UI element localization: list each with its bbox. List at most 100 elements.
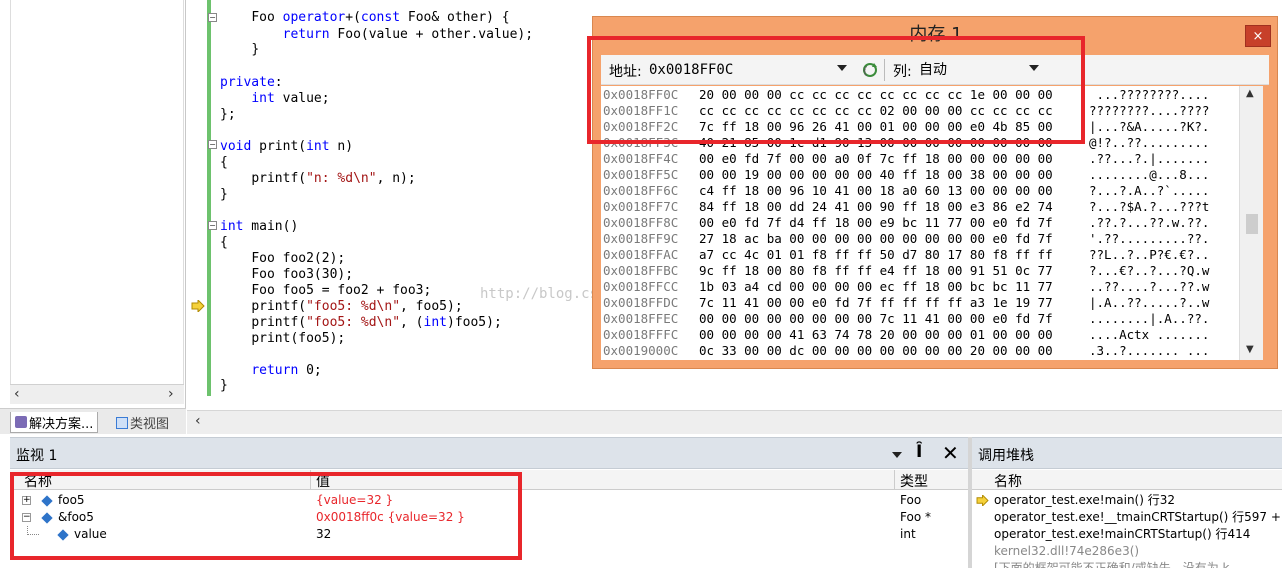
memory-ascii[interactable]: '.??.........??.: [1089, 231, 1209, 247]
memory-hex-bytes[interactable]: 9c ff 18 00 80 f8 ff ff e4 ff 18 00 91 5…: [699, 263, 1053, 279]
memory-hex-bytes[interactable]: 00 e0 fd 7f 00 00 a0 0f 7c ff 18 00 00 0…: [699, 151, 1053, 167]
code-line[interactable]: printf("n: %d\n", n);: [220, 171, 415, 187]
solution-explorer-tree[interactable]: [10, 0, 184, 384]
memory-address: 0x0018FF5C: [603, 167, 679, 182]
code-line[interactable]: };: [220, 107, 236, 123]
code-line[interactable]: Foo operator+(const Foo& other) {: [220, 10, 509, 26]
memory-row[interactable]: 0x0018FF8C 00 e0 fd 7f d4 ff 18 00 e9 bc …: [601, 215, 1261, 231]
memory-hex-bytes[interactable]: 7c 11 41 00 00 e0 fd 7f ff ff ff ff a3 1…: [699, 295, 1053, 311]
memory-hex-bytes[interactable]: a7 cc 4c 01 01 f8 ff ff 50 d7 80 17 80 f…: [699, 247, 1053, 263]
code-line[interactable]: }: [220, 378, 228, 394]
code-line[interactable]: printf("foo5: %d\n", (int)foo5);: [220, 315, 501, 331]
scroll-right-icon[interactable]: ›: [168, 386, 174, 402]
memory-ascii[interactable]: ...????????....: [1089, 87, 1210, 103]
memory-hex-bytes[interactable]: 00 00 19 00 00 00 00 00 40 ff 18 00 38 0…: [699, 167, 1053, 183]
memory-ascii[interactable]: ....Actx .......: [1089, 327, 1209, 343]
memory-ascii[interactable]: @!?..??.........: [1089, 135, 1209, 151]
watch-title: 监视 1: [16, 448, 58, 464]
memory-ascii[interactable]: ..??....?...??.w: [1089, 279, 1209, 295]
watch-type: int: [900, 527, 916, 541]
memory-address: 0x0018FFEC: [603, 311, 679, 326]
memory-row[interactable]: 0x0018FF4C 00 e0 fd 7f 00 00 a0 0f 7c ff …: [601, 151, 1261, 167]
memory-ascii[interactable]: |.A..??.....?..w: [1089, 295, 1209, 311]
code-text: }: [220, 187, 228, 202]
memory-ascii[interactable]: ?...?.A..?`.....: [1089, 183, 1209, 199]
pin-icon[interactable]: Ȋ: [916, 442, 922, 462]
call-stack-row[interactable]: kernel32.dll!74e286e3(): [994, 543, 1139, 560]
memory-row[interactable]: 0x0018FFAC a7 cc 4c 01 01 f8 ff ff 50 d7 …: [601, 247, 1261, 263]
code-line[interactable]: int value;: [220, 91, 329, 107]
memory-row[interactable]: 0x0019000C 0c 33 00 00 dc 00 00 00 00 00 …: [601, 343, 1261, 359]
code-line[interactable]: return Foo(value + other.value);: [220, 27, 533, 43]
memory-ascii[interactable]: .??...?.|.......: [1089, 151, 1209, 167]
memory-hex-bytes[interactable]: c4 ff 18 00 96 10 41 00 18 a0 60 13 00 0…: [699, 183, 1053, 199]
scroll-left-icon[interactable]: ‹: [195, 413, 201, 429]
memory-ascii[interactable]: .3..?....... ...: [1089, 343, 1209, 359]
code-line[interactable]: print(foo5);: [220, 331, 345, 347]
memory-ascii[interactable]: ........@...8...: [1089, 167, 1209, 183]
watch-close-button[interactable]: ✕: [942, 441, 959, 465]
memory-ascii[interactable]: |...?&A.....?K?.: [1089, 119, 1209, 135]
code-line[interactable]: printf("foo5: %d\n", foo5);: [220, 299, 462, 315]
memory-hex-bytes[interactable]: 84 ff 18 00 dd 24 41 00 90 ff 18 00 e3 8…: [699, 199, 1053, 215]
scroll-up-icon[interactable]: ▲: [1246, 88, 1254, 99]
memory-row[interactable]: 0x0018FFDC 7c 11 41 00 00 e0 fd 7f ff ff …: [601, 295, 1261, 311]
memory-vscrollbar[interactable]: ▲ ▼: [1239, 86, 1263, 360]
fold-toggle-icon[interactable]: −: [208, 140, 217, 149]
memory-ascii[interactable]: ........|.A..??.: [1089, 311, 1209, 327]
memory-row[interactable]: 0x0018FFBC 9c ff 18 00 80 f8 ff ff e4 ff …: [601, 263, 1261, 279]
memory-ascii[interactable]: ??L..?..P?€.€?..: [1089, 247, 1209, 263]
code-line[interactable]: int main(): [220, 219, 298, 235]
code-line[interactable]: Foo foo2(2);: [220, 251, 345, 267]
memory-hex-bytes[interactable]: 0c 33 00 00 dc 00 00 00 00 00 00 00 20 0…: [699, 343, 1053, 359]
call-stack-row[interactable]: operator_test.exe!mainCRTStartup() 行414: [994, 526, 1250, 543]
tab-solution-explorer[interactable]: 解决方案...: [10, 412, 99, 433]
memory-row[interactable]: 0x0018FF7C 84 ff 18 00 dd 24 41 00 90 ff …: [601, 199, 1261, 215]
memory-row[interactable]: 0x0018FF9C 27 18 ac ba 00 00 00 00 00 00 …: [601, 231, 1261, 247]
call-stack-col-name[interactable]: 名称: [994, 471, 1022, 491]
memory-hex-bytes[interactable]: 1b 03 a4 cd 00 00 00 00 ec ff 18 00 bc b…: [699, 279, 1053, 295]
scroll-left-icon[interactable]: ‹: [14, 386, 20, 402]
code-text: Foo foo2(2);: [251, 251, 346, 266]
code-line[interactable]: return 0;: [220, 363, 321, 379]
code-line[interactable]: }: [220, 187, 228, 203]
memory-ascii[interactable]: ?...?$A.?...???t: [1089, 199, 1209, 215]
code-line[interactable]: {: [220, 155, 228, 171]
memory-ascii[interactable]: ????????....????: [1089, 103, 1209, 119]
fold-toggle-icon[interactable]: −: [208, 221, 217, 230]
code-text: printf(: [251, 315, 307, 330]
memory-row[interactable]: 0x0018FF5C 00 00 19 00 00 00 00 00 40 ff …: [601, 167, 1261, 183]
memory-hex-bytes[interactable]: 00 00 00 00 41 63 74 78 20 00 00 00 01 0…: [699, 327, 1053, 343]
watch-col-type[interactable]: 类型: [900, 471, 928, 491]
code-keyword: int: [251, 91, 275, 106]
memory-ascii[interactable]: ?...€?..?...?Q.w: [1089, 263, 1209, 279]
memory-row[interactable]: 0x0018FFCC 1b 03 a4 cd 00 00 00 00 ec ff …: [601, 279, 1261, 295]
code-line[interactable]: Foo foo3(30);: [220, 267, 353, 283]
call-stack-row[interactable]: operator_test.exe!main() 行32: [994, 492, 1175, 509]
code-line[interactable]: }: [220, 42, 259, 58]
memory-ascii[interactable]: .??.?...??.w.??.: [1089, 215, 1209, 231]
code-line[interactable]: void print(int n): [220, 139, 353, 155]
code-line[interactable]: {: [220, 235, 228, 251]
memory-scroll-thumb[interactable]: [1246, 214, 1258, 234]
solution-explorer-hscrollbar[interactable]: ‹ ›: [10, 384, 184, 404]
memory-row[interactable]: 0x0018FFEC 00 00 00 00 00 00 00 00 7c 11 …: [601, 311, 1261, 327]
memory-hex-bytes[interactable]: 27 18 ac ba 00 00 00 00 00 00 00 00 00 e…: [699, 231, 1053, 247]
tab-class-view[interactable]: 类视图: [112, 412, 173, 433]
watch-menu-dropdown-icon[interactable]: [892, 452, 902, 458]
call-stack-row[interactable]: [下面的框架可能不正确和/或缺失，没有为 k: [994, 560, 1230, 568]
memory-hex-bytes[interactable]: 00 00 00 00 00 00 00 00 7c 11 41 00 00 e…: [699, 311, 1053, 327]
memory-close-button[interactable]: ×: [1245, 25, 1271, 47]
call-stack-row[interactable]: operator_test.exe!__tmainCRTStartup() 行5…: [994, 509, 1281, 526]
editor-gutter[interactable]: [187, 0, 207, 410]
memory-row[interactable]: 0x0018FF6C c4 ff 18 00 96 10 41 00 18 a0 …: [601, 183, 1261, 199]
memory-row[interactable]: 0x0018FFFC 00 00 00 00 41 63 74 78 20 00 …: [601, 327, 1261, 343]
editor-hscrollbar[interactable]: ‹: [187, 410, 1282, 434]
memory-hex-bytes[interactable]: 00 e0 fd 7f d4 ff 18 00 e9 bc 11 77 00 e…: [699, 215, 1053, 231]
fold-toggle-icon[interactable]: −: [208, 13, 217, 22]
scroll-down-icon[interactable]: ▼: [1246, 344, 1254, 355]
code-line[interactable]: private:: [220, 75, 283, 91]
code-line[interactable]: Foo foo5 = foo2 + foo3;: [220, 283, 431, 299]
